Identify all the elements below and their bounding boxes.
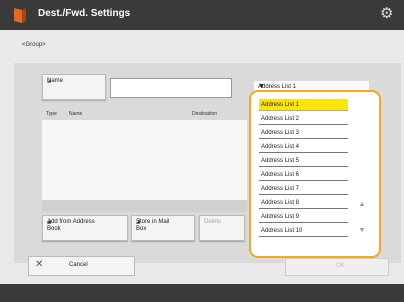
address-list-option-6[interactable]: Address List 6	[259, 169, 348, 181]
address-list-option-7[interactable]: Address List 7	[259, 183, 348, 195]
destination-list[interactable]	[42, 120, 247, 212]
address-list-dropdown: Address List 1 Address List 2 Address Li…	[249, 90, 381, 258]
corner-arrow-icon: ◢	[47, 78, 51, 84]
scroll-down-icon[interactable]: ▼	[357, 226, 367, 236]
column-type: Type	[46, 111, 57, 117]
name-field[interactable]	[110, 78, 232, 98]
cancel-button[interactable]: ✕ Cancel	[28, 256, 135, 276]
ok-button[interactable]: OK	[285, 258, 389, 276]
breadcrumb: <Group>	[22, 42, 46, 48]
book-icon	[14, 8, 26, 23]
cancel-label: Cancel	[69, 262, 88, 268]
address-list-option-3[interactable]: Address List 3	[259, 127, 348, 139]
address-list-option-10[interactable]: Address List 10	[259, 225, 348, 237]
address-list-option-4[interactable]: Address List 4	[259, 141, 348, 153]
address-list-option-2[interactable]: Address List 2	[259, 113, 348, 125]
ok-label: OK	[336, 263, 345, 269]
name-button[interactable]: Name ◢	[42, 74, 106, 100]
column-destination: Destination	[192, 111, 218, 117]
address-list-option-1[interactable]: Address List 1	[259, 99, 348, 111]
address-list-option-5[interactable]: Address List 5	[259, 155, 348, 167]
gear-icon[interactable]: ⚙	[380, 6, 396, 22]
close-icon: ✕	[35, 259, 44, 270]
corner-arrow-icon: ◢	[136, 219, 140, 225]
column-name: Name	[69, 111, 83, 117]
address-list-option-8[interactable]: Address List 8	[259, 197, 348, 209]
list-header: Type Name Destination	[42, 108, 247, 120]
title-bar: Dest./Fwd. Settings ⚙	[0, 0, 404, 30]
corner-arrow-icon: ◢	[47, 219, 51, 225]
delete-label: Delete	[204, 219, 222, 225]
bottom-bar	[0, 284, 404, 302]
list-footer	[42, 200, 247, 212]
scroll-up-icon[interactable]: ▲	[357, 200, 367, 210]
address-list-option-9[interactable]: Address List 9	[259, 211, 348, 223]
page-title: Dest./Fwd. Settings	[38, 8, 131, 19]
delete-button[interactable]: Delete	[199, 215, 245, 241]
store-in-mail-box-button[interactable]: Store in Mail Box ◢	[131, 215, 195, 241]
chevron-down-icon: ▼	[258, 83, 265, 90]
add-from-address-book-button[interactable]: Add from Address Book ◢	[42, 215, 128, 241]
